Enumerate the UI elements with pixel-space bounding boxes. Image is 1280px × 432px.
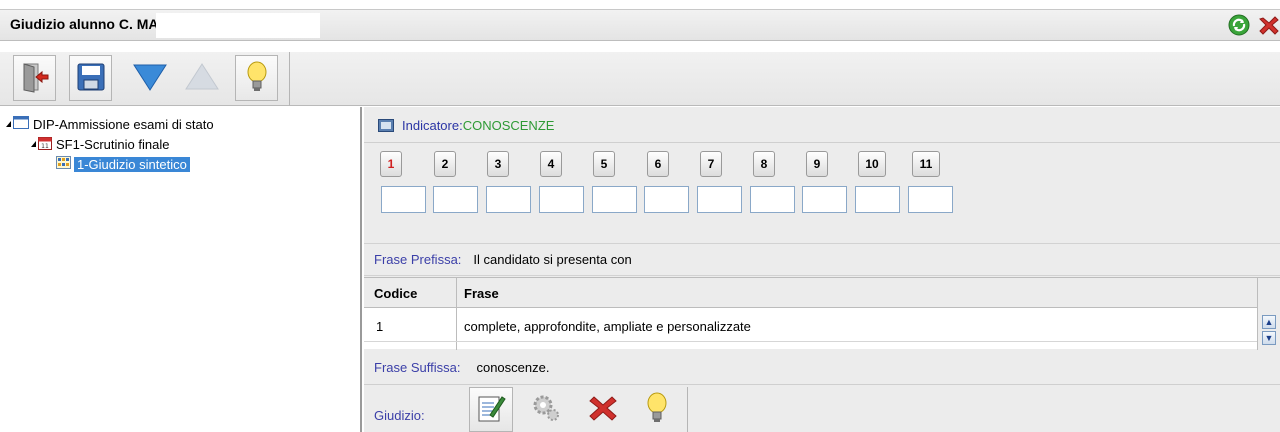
score-input-4[interactable]: [539, 186, 584, 213]
score-input-6[interactable]: [644, 186, 689, 213]
table-row[interactable]: 1 complete, approfondite, ampliate e per…: [364, 318, 1257, 342]
cell-frase: complete, approfondite, ampliate e perso…: [464, 319, 751, 334]
score-button-5[interactable]: 5: [593, 151, 615, 177]
exit-button[interactable]: [13, 55, 56, 101]
score-button-2[interactable]: 2: [434, 151, 456, 177]
move-up-button[interactable]: [180, 55, 223, 101]
calendar-icon: 11: [38, 136, 52, 153]
score-input-2[interactable]: [433, 186, 478, 213]
suffix-value: conoscenze.: [476, 360, 550, 375]
tree-node-label: SF1-Scrutinio finale: [56, 136, 170, 152]
score-button-11[interactable]: 11: [912, 151, 940, 177]
column-header-frase[interactable]: Frase: [464, 286, 499, 301]
tree-node-root[interactable]: DIP-Ammissione esami di stato: [6, 115, 214, 133]
arrow-up-icon: [184, 62, 220, 95]
grid-icon: [56, 156, 71, 172]
giudizio-bar: Giudizio:: [364, 387, 1280, 432]
hint-button-bottom[interactable]: [635, 387, 679, 432]
table-header: Codice Frase: [364, 278, 1257, 308]
lightbulb-icon: [646, 392, 668, 427]
expand-triangle-icon[interactable]: [31, 141, 36, 147]
score-input-1[interactable]: [381, 186, 426, 213]
score-input-7[interactable]: [697, 186, 742, 213]
save-icon: [76, 62, 106, 95]
detail-panel: Indicatore:CONOSCENZE 1 2 3 4 5 6 7 8 9 10 11 Fras…: [364, 107, 1280, 432]
score-input-8[interactable]: [750, 186, 795, 213]
indicator-value: CONOSCENZE: [462, 118, 555, 133]
lightbulb-icon: [246, 61, 268, 96]
prefix-label: Frase Prefissa:: [374, 252, 462, 267]
close-window-icon[interactable]: [1258, 14, 1280, 36]
phrases-table: Codice Frase 1 complete, approfondite, a…: [364, 277, 1280, 350]
score-input-9[interactable]: [802, 186, 847, 213]
hint-button[interactable]: [235, 55, 278, 101]
refresh-icon[interactable]: [1228, 14, 1250, 36]
giudizio-divider: [687, 387, 688, 432]
indicator-label: Indicatore:CONOSCENZE: [402, 118, 555, 133]
score-input-5[interactable]: [592, 186, 637, 213]
move-down-button[interactable]: [128, 55, 171, 101]
column-header-codice[interactable]: Codice: [374, 286, 417, 301]
score-input-11[interactable]: [908, 186, 953, 213]
window-titlebar: Giudizio alunno C. MANUEL: [0, 9, 1280, 41]
score-button-8[interactable]: 8: [753, 151, 775, 177]
delete-x-icon: [588, 393, 618, 426]
indicator-icon: [378, 119, 394, 135]
arrow-down-icon: [132, 62, 168, 95]
scroll-down-icon[interactable]: ▼: [1262, 331, 1276, 345]
redaction-box: [156, 13, 320, 38]
row-divider: [364, 341, 1257, 342]
score-input-3[interactable]: [486, 186, 531, 213]
expand-triangle-icon[interactable]: [6, 121, 11, 127]
score-button-4[interactable]: 4: [540, 151, 562, 177]
toolbar-divider: [289, 52, 290, 106]
score-button-3[interactable]: 3: [487, 151, 509, 177]
cell-codice: 1: [376, 319, 384, 334]
tree-node-scrutinio[interactable]: 11 SF1-Scrutinio finale: [31, 135, 169, 153]
save-button[interactable]: [69, 55, 112, 101]
score-button-9[interactable]: 9: [806, 151, 828, 177]
gears-icon: [531, 393, 561, 426]
main-toolbar: [0, 52, 1280, 106]
delete-button[interactable]: [581, 387, 625, 432]
score-button-10[interactable]: 10: [858, 151, 886, 177]
exit-icon: [20, 61, 50, 96]
edit-document-icon: [476, 393, 506, 426]
tree-node-label: DIP-Ammissione esami di stato: [33, 116, 214, 132]
scroll-up-icon[interactable]: ▲: [1262, 315, 1276, 329]
tree-panel: DIP-Ammissione esami di stato 11 SF1-Scr…: [0, 107, 362, 432]
prefix-value: Il candidato si presenta con: [473, 252, 632, 267]
score-input-10[interactable]: [855, 186, 900, 213]
table-scrollbar[interactable]: ▲ ▼: [1257, 278, 1280, 350]
score-button-1[interactable]: 1: [380, 151, 402, 177]
giudizio-label: Giudizio:: [374, 408, 425, 423]
tree-node-label-selected: 1-Giudizio sintetico: [74, 156, 190, 172]
suffix-row: Frase Suffissa: conoscenze.: [364, 351, 1280, 385]
svg-text:11: 11: [41, 143, 49, 150]
settings-button[interactable]: [524, 387, 568, 432]
tree-node-giudizio[interactable]: 1-Giudizio sintetico: [56, 155, 190, 173]
suffix-label: Frase Suffissa:: [374, 360, 461, 375]
score-button-7[interactable]: 7: [700, 151, 722, 177]
edit-judgment-button[interactable]: [469, 387, 513, 432]
window-node-icon: [13, 116, 29, 132]
score-button-6[interactable]: 6: [647, 151, 669, 177]
indicator-header: Indicatore:CONOSCENZE: [364, 107, 1280, 143]
prefix-row: Frase Prefissa: Il candidato si presenta…: [364, 243, 1280, 276]
